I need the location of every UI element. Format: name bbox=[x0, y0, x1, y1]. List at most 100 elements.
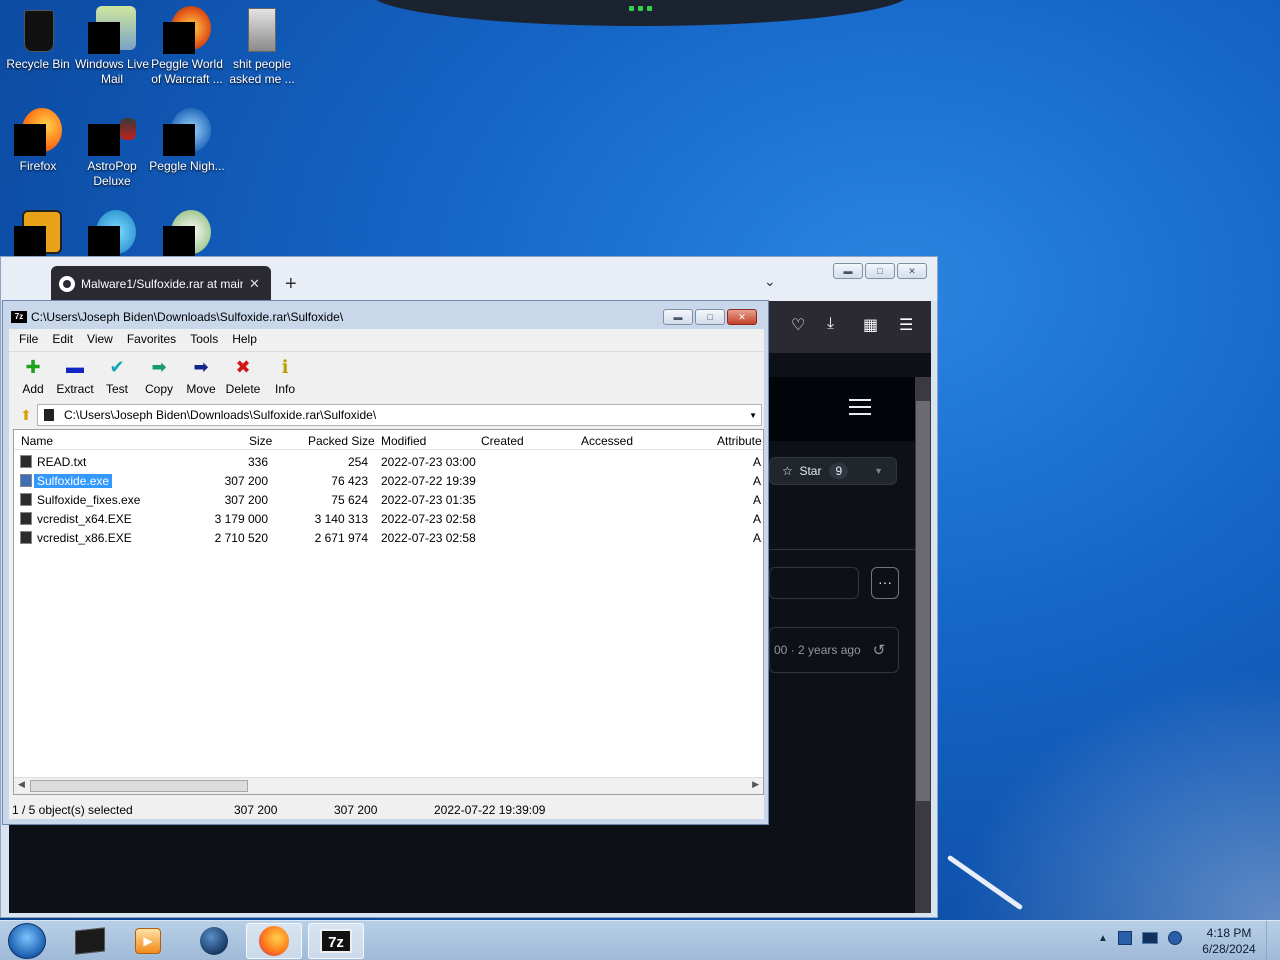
7zip-window[interactable]: 7z C:\Users\Joseph Biden\Downloads\Sulfo… bbox=[2, 300, 769, 825]
media-player-icon: ▶ bbox=[135, 928, 161, 954]
star-icon: ☆ bbox=[782, 464, 793, 478]
status-selection: 1 / 5 object(s) selected bbox=[12, 803, 133, 817]
taskbar: ▶ 7z ▲ 4:18 PM 6/28/2024 bbox=[0, 920, 1280, 960]
app-menu-icon[interactable]: ☰ bbox=[899, 315, 913, 335]
info-button[interactable]: ℹ Info bbox=[265, 356, 305, 397]
menu-tools[interactable]: Tools bbox=[190, 332, 218, 346]
extract-icon: ▬ bbox=[66, 356, 84, 377]
file-packed-size: 3 140 313 bbox=[314, 512, 368, 526]
copy-label: Copy bbox=[144, 382, 173, 396]
file-name: Sulfoxide_fixes.exe bbox=[37, 493, 141, 507]
test-button[interactable]: ✔ Test bbox=[97, 356, 137, 397]
tab-close-icon[interactable]: ✕ bbox=[249, 276, 260, 292]
extensions-icon[interactable]: ▦ bbox=[863, 315, 878, 335]
file-row[interactable]: Sulfoxide.exe 307 200 76 423 2022-07-22 … bbox=[14, 471, 763, 490]
horizontal-scrollbar[interactable]: ◀ ▶ bbox=[14, 777, 763, 794]
new-tab-button[interactable]: + bbox=[285, 273, 297, 296]
desktop-icon-row3-c[interactable] bbox=[149, 206, 225, 261]
file-row[interactable]: vcredist_x64.EXE 3 179 000 3 140 313 202… bbox=[14, 509, 763, 528]
menu-file[interactable]: File bbox=[19, 332, 38, 346]
minimize-button[interactable]: ▬ bbox=[663, 309, 693, 325]
list-tabs-chevron-down-icon[interactable]: ⌄ bbox=[764, 273, 776, 290]
action-center-icon[interactable] bbox=[1117, 931, 1132, 945]
file-list[interactable]: Name Size Packed Size Modified Created A… bbox=[13, 429, 764, 795]
menu-favorites[interactable]: Favorites bbox=[127, 332, 176, 346]
taskbar-app-terminal[interactable] bbox=[62, 923, 118, 959]
close-button[interactable]: ✕ bbox=[727, 309, 757, 325]
taskbar-app-media-player[interactable]: ▶ bbox=[120, 923, 176, 959]
column-size[interactable]: Size bbox=[249, 434, 272, 448]
taskbar-app-firefox[interactable] bbox=[246, 923, 302, 959]
star-button[interactable]: ☆ Star 9 ▼ bbox=[769, 457, 897, 485]
menu-help[interactable]: Help bbox=[232, 332, 257, 346]
scroll-left-icon[interactable]: ◀ bbox=[18, 779, 25, 790]
scroll-right-icon[interactable]: ▶ bbox=[752, 779, 759, 790]
move-button[interactable]: ➡ Move bbox=[181, 356, 221, 397]
system-tray: ▲ bbox=[1098, 931, 1182, 945]
desktop-icon-row3-a[interactable] bbox=[0, 206, 76, 261]
column-attribute[interactable]: Attribute bbox=[717, 434, 762, 448]
commit-time: 00 · 2 years ago bbox=[774, 643, 861, 657]
file-packed-size: 76 423 bbox=[331, 474, 368, 488]
browser-tab-active[interactable]: Malware1/Sulfoxide.rar at main ✕ bbox=[51, 266, 271, 301]
taskbar-app-browser-globe[interactable] bbox=[186, 923, 242, 959]
desktop-icon-row3-b[interactable] bbox=[74, 206, 150, 261]
copy-icon: ➡ bbox=[151, 356, 167, 377]
desktop-icon-peggle-wow[interactable]: Peggle World of Warcraft ... bbox=[149, 2, 225, 87]
history-icon[interactable]: ↺ bbox=[873, 641, 886, 659]
scrollbar-thumb[interactable] bbox=[916, 401, 930, 801]
file-row[interactable]: READ.txt 336 254 2022-07-23 03:00 A bbox=[14, 452, 763, 471]
desktop-icon-windows-live-mail[interactable]: Windows Live Mail bbox=[74, 2, 150, 87]
more-options-button[interactable]: ··· bbox=[871, 567, 899, 599]
7zip-icon: 7z bbox=[320, 929, 352, 953]
pocket-icon[interactable]: ♡ bbox=[791, 315, 805, 335]
folder-up-icon[interactable]: ⬆ bbox=[15, 407, 37, 424]
delete-button[interactable]: ✖ Delete bbox=[223, 356, 263, 397]
address-input[interactable]: C:\Users\Joseph Biden\Downloads\Sulfoxid… bbox=[37, 404, 762, 426]
extract-button[interactable]: ▬ Extract bbox=[55, 356, 95, 397]
desktop-icon-shit-people[interactable]: shit people asked me ... bbox=[224, 2, 300, 87]
address-dropdown-icon[interactable]: ▼ bbox=[749, 411, 757, 420]
menu-view[interactable]: View bbox=[87, 332, 113, 346]
globe-icon bbox=[200, 927, 228, 955]
volume-icon[interactable] bbox=[1167, 931, 1182, 945]
file-icon bbox=[20, 531, 32, 544]
download-icon[interactable]: ⤓ bbox=[827, 315, 834, 333]
tray-expand-icon[interactable]: ▲ bbox=[1098, 933, 1108, 944]
file-attribute: A bbox=[753, 512, 762, 526]
scrollbar-thumb[interactable] bbox=[30, 780, 248, 792]
file-row[interactable]: vcredist_x86.EXE 2 710 520 2 671 974 202… bbox=[14, 528, 763, 547]
column-name[interactable]: Name bbox=[21, 434, 53, 448]
start-button[interactable] bbox=[8, 923, 46, 959]
desktop-icon-peggle-nights[interactable]: Peggle Nigh... bbox=[149, 104, 225, 174]
file-search-input[interactable] bbox=[769, 567, 859, 599]
column-accessed[interactable]: Accessed bbox=[581, 434, 633, 448]
clock[interactable]: 4:18 PM 6/28/2024 bbox=[1196, 925, 1262, 957]
desktop-icon-recycle-bin[interactable]: Recycle Bin bbox=[0, 2, 76, 72]
github-menu-icon[interactable] bbox=[849, 399, 871, 420]
column-modified[interactable]: Modified bbox=[381, 434, 426, 448]
taskbar-app-7zip[interactable]: 7z bbox=[308, 923, 364, 959]
caret-down-icon[interactable]: ▼ bbox=[874, 466, 883, 476]
add-button[interactable]: ✚ Add bbox=[13, 356, 53, 397]
close-button[interactable]: ✕ bbox=[897, 263, 927, 279]
maximize-button[interactable]: □ bbox=[865, 263, 895, 279]
desktop-icon-label: Recycle Bin bbox=[6, 57, 70, 71]
desktop-icon-label: Peggle World of Warcraft ... bbox=[151, 57, 223, 86]
maximize-button[interactable]: □ bbox=[695, 309, 725, 325]
file-row[interactable]: Sulfoxide_fixes.exe 307 200 75 624 2022-… bbox=[14, 490, 763, 509]
network-icon[interactable] bbox=[1141, 932, 1158, 944]
firefox-icon bbox=[259, 926, 289, 956]
file-packed-size: 75 624 bbox=[331, 493, 368, 507]
column-created[interactable]: Created bbox=[481, 434, 524, 448]
desktop-icon-firefox[interactable]: Firefox bbox=[0, 104, 76, 174]
menu-edit[interactable]: Edit bbox=[52, 332, 73, 346]
app-icon bbox=[163, 210, 211, 258]
show-desktop-button[interactable] bbox=[1266, 921, 1280, 960]
desktop-icon-astropop[interactable]: AstroPop Deluxe bbox=[74, 104, 150, 189]
column-packed-size[interactable]: Packed Size bbox=[308, 434, 375, 448]
copy-button[interactable]: ➡ Copy bbox=[139, 356, 179, 397]
browser-scrollbar[interactable] bbox=[915, 377, 931, 913]
minimize-button[interactable]: ▬ bbox=[833, 263, 863, 279]
info-label: Info bbox=[274, 382, 295, 396]
